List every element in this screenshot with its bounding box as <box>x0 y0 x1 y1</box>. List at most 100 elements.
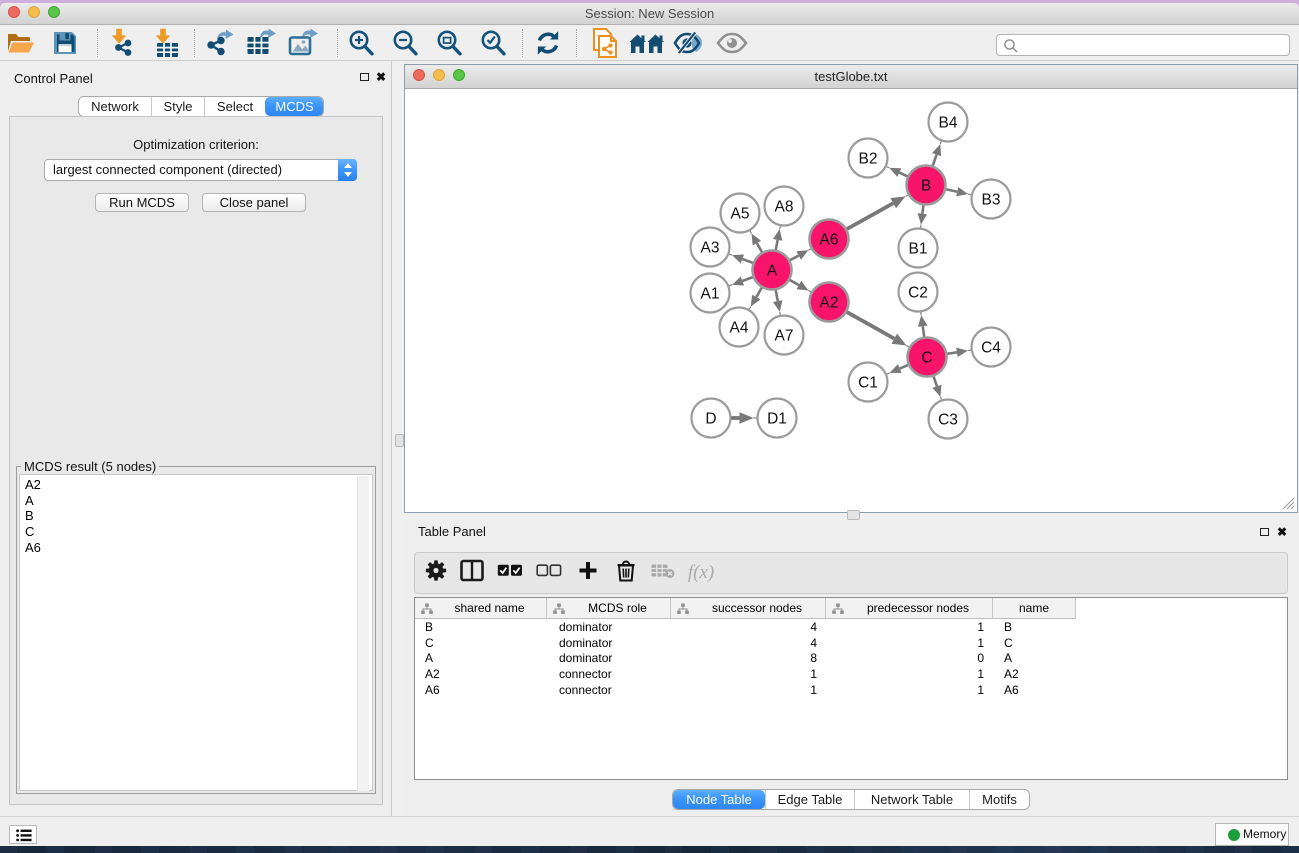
table-panel-float-icon[interactable] <box>1260 528 1269 536</box>
mcds-result-list[interactable]: A2ABCA6 <box>19 474 373 791</box>
table-cell[interactable]: 4 <box>680 620 817 636</box>
tab-style[interactable]: Style <box>151 97 204 116</box>
table-cell[interactable]: 1 <box>680 667 817 683</box>
toolbar-separator <box>97 29 98 57</box>
table-cell[interactable]: 4 <box>680 636 817 652</box>
table-cell[interactable]: dominator <box>559 620 659 636</box>
table-cell[interactable]: dominator <box>559 636 659 652</box>
mcds-result-item[interactable]: B <box>21 508 354 524</box>
zoom-out-icon[interactable] <box>391 29 419 57</box>
mcds-result-item[interactable]: C <box>21 524 354 540</box>
table-cell[interactable]: A2 <box>1004 667 1065 683</box>
tab-select[interactable]: Select <box>204 97 265 116</box>
table-cell[interactable]: C <box>1004 636 1065 652</box>
delete-table-icon[interactable] <box>651 563 676 584</box>
table-cell[interactable]: A6 <box>1004 683 1065 699</box>
graph-node-label: B3 <box>982 192 1001 209</box>
tab-network-table[interactable]: Network Table <box>854 790 969 809</box>
column-settings-icon[interactable] <box>425 560 447 587</box>
delete-columns-icon[interactable] <box>616 559 636 587</box>
import-table-icon[interactable] <box>153 28 179 58</box>
table-cell[interactable]: A2 <box>425 667 537 683</box>
table-cell[interactable]: 1 <box>835 683 984 699</box>
control-panel-tabs: NetworkStyleSelectMCDS <box>78 96 324 117</box>
horizontal-splitter-grip[interactable] <box>847 510 860 520</box>
zoom-in-icon[interactable] <box>347 29 375 57</box>
export-network-icon[interactable] <box>204 28 234 58</box>
function-builder-icon[interactable]: f(x) <box>688 562 714 584</box>
duplicate-network-icon[interactable] <box>591 28 619 58</box>
edge-arrowhead <box>918 213 928 225</box>
optimization-criterion-select[interactable]: largest connected component (directed) <box>44 159 357 181</box>
network-canvas[interactable]: AA6A2BCA5A8A3A1A4A7B4B2B3B1C2C4C1C3DD1 <box>405 89 1297 512</box>
export-image-icon[interactable] <box>288 28 318 58</box>
mcds-result-item[interactable]: A2 <box>21 477 354 493</box>
table-cell[interactable]: 1 <box>680 683 817 699</box>
table-cell[interactable]: 0 <box>835 651 984 667</box>
tab-mcds[interactable]: MCDS <box>265 97 323 116</box>
table-cell[interactable]: A6 <box>425 683 537 699</box>
apply-layout-icon[interactable] <box>534 29 562 57</box>
search-icon <box>1003 38 1019 54</box>
save-session-icon[interactable] <box>53 31 77 55</box>
open-file-icon[interactable] <box>7 30 35 56</box>
mcds-result-item[interactable]: A <box>21 493 354 509</box>
graph-node-label: B1 <box>909 241 928 258</box>
zoom-selected-icon[interactable] <box>479 29 507 57</box>
column-header-successor-nodes[interactable]: successor nodes <box>671 598 826 619</box>
table-cell[interactable]: connector <box>559 683 659 699</box>
mcds-result-items: A2ABCA6 <box>21 477 354 556</box>
table-cell[interactable]: 1 <box>835 620 984 636</box>
column-header-MCDS-role[interactable]: MCDS role <box>547 598 671 619</box>
table-cell[interactable]: B <box>1004 620 1065 636</box>
table-cell[interactable]: A <box>1004 651 1065 667</box>
search-input[interactable] <box>996 34 1290 56</box>
control-panel-close-icon[interactable]: ✖ <box>376 72 386 82</box>
column-header-name[interactable]: name <box>993 598 1076 619</box>
select-all-icon[interactable] <box>497 564 523 582</box>
table-cell[interactable]: 8 <box>680 651 817 667</box>
tab-edge-table[interactable]: Edge Table <box>765 790 854 809</box>
table-panel-close-icon[interactable]: ✖ <box>1277 527 1287 537</box>
memory-button[interactable]: Memory <box>1215 823 1289 846</box>
graph-node-label: C2 <box>908 285 928 302</box>
table-cell[interactable]: 1 <box>835 636 984 652</box>
show-all-icon[interactable] <box>716 32 748 54</box>
hide-selected-icon[interactable] <box>673 30 705 56</box>
import-network-icon[interactable] <box>108 28 136 58</box>
control-panel-float-icon[interactable] <box>360 73 369 81</box>
vertical-splitter-grip[interactable] <box>395 434 404 447</box>
vertical-splitter[interactable] <box>391 61 404 816</box>
first-neighbors-icon[interactable] <box>629 31 665 55</box>
mcds-panel: Optimization criterion: largest connecte… <box>9 116 383 805</box>
column-header-predecessor-nodes[interactable]: predecessor nodes <box>826 598 993 619</box>
run-mcds-button[interactable]: Run MCDS <box>95 193 189 212</box>
close-panel-button[interactable]: Close panel <box>202 193 306 212</box>
toolbar-separator <box>576 29 577 57</box>
graph-node-label: B4 <box>939 115 958 132</box>
task-history-button[interactable] <box>9 825 37 844</box>
tab-node-table[interactable]: Node Table <box>673 790 765 809</box>
tab-network[interactable]: Network <box>79 97 151 116</box>
toolbar-separator <box>522 29 523 57</box>
column-header-shared-name[interactable]: shared name <box>415 598 547 619</box>
table-cell[interactable]: 1 <box>835 667 984 683</box>
table-cell[interactable]: connector <box>559 667 659 683</box>
edge-arrowhead <box>740 412 754 424</box>
column-type-icon <box>832 603 844 615</box>
horizontal-splitter[interactable] <box>404 513 1299 520</box>
export-table-icon[interactable] <box>246 28 276 58</box>
deselect-all-icon[interactable] <box>536 564 562 582</box>
table-cell[interactable]: C <box>425 636 537 652</box>
zoom-fit-icon[interactable] <box>435 29 463 57</box>
table-cell[interactable]: A <box>425 651 537 667</box>
table-cell[interactable]: B <box>425 620 537 636</box>
add-column-icon[interactable] <box>578 561 598 586</box>
tab-motifs[interactable]: Motifs <box>969 790 1029 809</box>
network-window-titlebar[interactable]: testGlobe.txt <box>405 65 1297 89</box>
mcds-list-scrollbar[interactable] <box>357 476 369 791</box>
table-cell[interactable]: dominator <box>559 651 659 667</box>
split-view-icon[interactable] <box>460 560 484 587</box>
window-resize-grip[interactable] <box>1282 497 1295 510</box>
mcds-result-item[interactable]: A6 <box>21 540 354 556</box>
